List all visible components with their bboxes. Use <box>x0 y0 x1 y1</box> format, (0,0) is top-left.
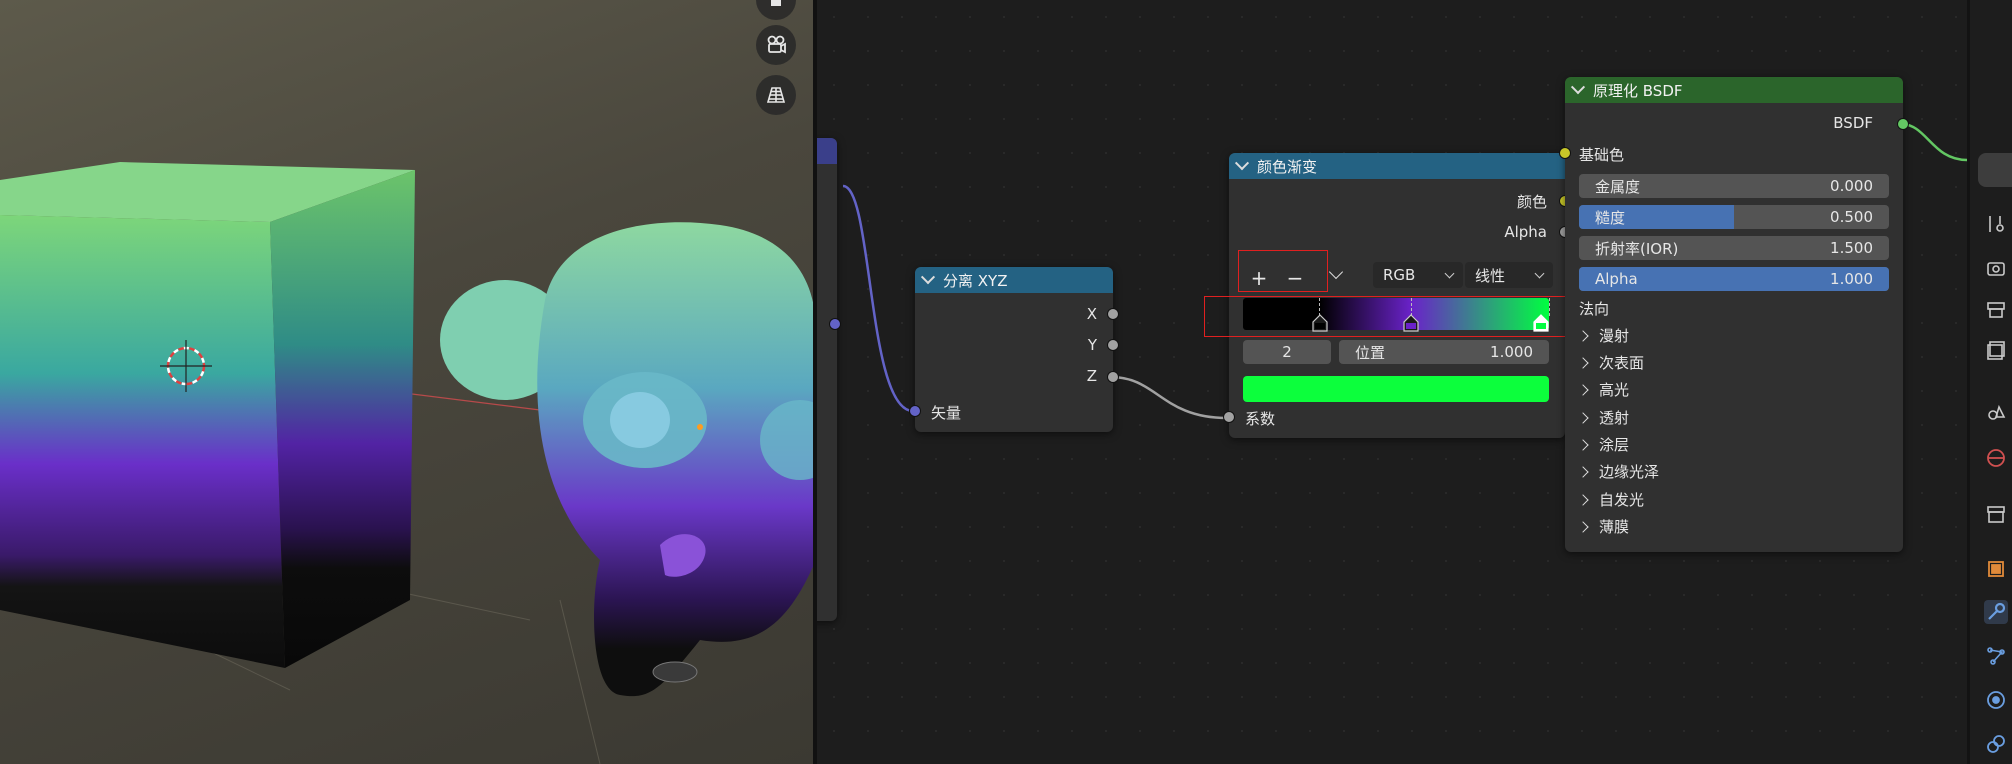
expand-arrow-icon <box>1577 356 1589 369</box>
input-factor-socket[interactable] <box>1223 411 1235 423</box>
metallic-field[interactable]: 金属度 0.000 <box>1579 174 1889 198</box>
stop-position-field[interactable]: 位置 1.000 <box>1339 340 1549 364</box>
physics-icon[interactable] <box>1984 688 2008 712</box>
principled-bsdf-title: 原理化 BSDF <box>1593 81 1683 100</box>
properties-tab-strip <box>1967 0 2012 764</box>
grid-icon[interactable] <box>756 75 796 115</box>
principled-bsdf-node[interactable]: 原理化 BSDF BSDF 基础色 金属度 0.000 糙度 0.500 折射率… <box>1559 77 1909 552</box>
panel-diffuse[interactable]: 漫射 <box>1577 325 1629 346</box>
collection-icon[interactable] <box>1984 502 2008 526</box>
input-base-color-socket[interactable] <box>1559 147 1571 159</box>
expand-arrow-icon <box>1577 438 1589 451</box>
output-color-label: 颜色 <box>1516 193 1547 211</box>
output-z-label: Z <box>1086 367 1097 385</box>
collapse-chevron-icon[interactable] <box>920 270 936 285</box>
normal-label: 法向 <box>1579 300 1610 318</box>
color-mode-dropdown[interactable]: RGB <box>1373 262 1463 288</box>
output-x-label: X <box>1086 305 1097 323</box>
panel-transmission[interactable]: 透射 <box>1577 407 1629 428</box>
output-icon[interactable] <box>1984 298 2008 322</box>
object-icon[interactable] <box>1984 557 2008 581</box>
panel-emission[interactable]: 自发光 <box>1577 489 1644 510</box>
expand-arrow-icon <box>1577 329 1589 342</box>
collapse-chevron-icon[interactable] <box>1234 156 1250 171</box>
color-ramp-header[interactable]: 颜色渐变 <box>1229 153 1565 179</box>
viewport-scene <box>0 162 816 764</box>
ramp-menu-chevron-icon[interactable] <box>1328 264 1344 280</box>
scene-icon[interactable] <box>1984 400 2008 424</box>
collapse-chevron-icon[interactable] <box>1570 80 1586 95</box>
shader-node-editor[interactable]: 量 分离 XYZ X Y Z 矢量 颜色渐变 颜色 Alpha + − <box>817 0 1967 764</box>
view-layer-icon[interactable] <box>1984 338 2008 362</box>
output-y-label: Y <box>1087 336 1097 354</box>
particles-icon[interactable] <box>1984 644 2008 668</box>
output-y-socket[interactable] <box>1107 339 1119 351</box>
color-ramp-title: 颜色渐变 <box>1257 157 1318 176</box>
expand-arrow-icon <box>1577 520 1589 533</box>
panel-subsurface[interactable]: 次表面 <box>1577 352 1644 373</box>
ior-field[interactable]: 折射率(IOR) 1.500 <box>1579 236 1889 260</box>
separate-xyz-header[interactable]: 分离 XYZ <box>915 267 1113 293</box>
output-x-socket[interactable] <box>1107 308 1119 320</box>
base-color-label: 基础色 <box>1579 146 1625 164</box>
render-icon[interactable] <box>1984 256 2008 280</box>
link-bsdf-output <box>1900 122 1967 162</box>
3d-viewport[interactable] <box>0 0 816 764</box>
expand-arrow-icon <box>1577 493 1589 506</box>
partial-node-output-socket[interactable] <box>829 318 841 330</box>
active-stop-color-swatch[interactable] <box>1243 376 1549 402</box>
world-icon[interactable] <box>1984 446 2008 470</box>
interpolation-dropdown[interactable]: 线性 <box>1465 262 1553 288</box>
panel-specular[interactable]: 高光 <box>1577 379 1629 400</box>
input-vector-socket[interactable] <box>909 405 921 417</box>
dropdown-chevron-icon <box>1444 268 1455 279</box>
link-vector <box>842 184 914 413</box>
highlight-add-remove <box>1238 250 1328 292</box>
panel-thin-film[interactable]: 薄膜 <box>1577 516 1629 537</box>
tool-icon[interactable] <box>1984 212 2008 236</box>
input-vector-label: 矢量 <box>931 404 962 422</box>
panel-sheen[interactable]: 边缘光泽 <box>1577 461 1659 482</box>
dropdown-chevron-icon <box>1534 268 1545 279</box>
output-alpha-label: Alpha <box>1504 223 1547 241</box>
expand-arrow-icon <box>1577 411 1589 424</box>
output-bsdf-label: BSDF <box>1833 114 1873 132</box>
partial-node[interactable]: 量 <box>817 138 841 621</box>
input-factor-label: 系数 <box>1245 410 1276 428</box>
roughness-field[interactable]: 糙度 0.500 <box>1579 205 1889 229</box>
output-z-socket[interactable] <box>1107 371 1119 383</box>
expand-arrow-icon <box>1577 383 1589 396</box>
modifier-icon[interactable] <box>1984 600 2008 624</box>
properties-header-toggle[interactable] <box>1978 153 2012 187</box>
panel-coat[interactable]: 涂层 <box>1577 434 1629 455</box>
separate-xyz-title: 分离 XYZ <box>943 271 1008 290</box>
alpha-field[interactable]: Alpha 1.000 <box>1579 267 1889 291</box>
expand-arrow-icon <box>1577 465 1589 478</box>
active-stop-index-field[interactable]: 2 <box>1243 340 1331 364</box>
camera-icon[interactable] <box>756 25 796 65</box>
highlight-ramp-bar <box>1204 296 1570 337</box>
link-z-factor <box>1110 375 1228 420</box>
principled-bsdf-header[interactable]: 原理化 BSDF <box>1565 77 1903 103</box>
output-bsdf-socket[interactable] <box>1897 118 1909 130</box>
separate-xyz-node[interactable]: 分离 XYZ X Y Z 矢量 <box>909 267 1119 432</box>
constraints-icon[interactable] <box>1984 732 2008 756</box>
